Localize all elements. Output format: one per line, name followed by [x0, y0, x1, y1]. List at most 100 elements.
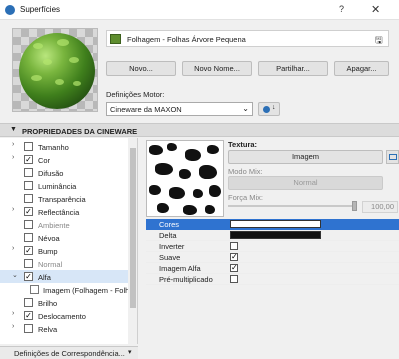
- channel-checkbox[interactable]: ✓: [24, 272, 33, 281]
- chevron-right-icon[interactable]: ›: [12, 206, 14, 213]
- channel-checkbox[interactable]: [24, 181, 33, 190]
- tree-item[interactable]: › ✓ Reflectância: [0, 205, 128, 218]
- sphere-cube-icon: [263, 106, 270, 113]
- mix-mode-label: Modo Mix:: [228, 167, 263, 176]
- property-checkbox[interactable]: [230, 275, 238, 283]
- property-label: Delta: [159, 231, 177, 240]
- title-bar: Superfícies ? ✕: [0, 0, 399, 20]
- chevron-down-icon[interactable]: ⌄: [12, 271, 18, 279]
- save-disk-icon[interactable]: 🖫: [375, 33, 383, 49]
- property-row[interactable]: Cores: [146, 219, 399, 230]
- channel-checkbox[interactable]: [24, 220, 33, 229]
- surface-name-text: Folhagem - Folhas Árvore Pequena: [127, 35, 246, 44]
- mix-strength-label: Força Mix:: [228, 193, 264, 202]
- channel-checkbox[interactable]: [24, 194, 33, 203]
- tree-item[interactable]: Brilho: [0, 296, 128, 309]
- engine-settings-button[interactable]: ↓: [258, 102, 280, 116]
- image-button[interactable]: Imagem: [228, 150, 383, 164]
- surface-name-field[interactable]: Folhagem - Folhas Árvore Pequena 🖫: [106, 30, 389, 47]
- chevron-right-icon[interactable]: ›: [12, 245, 14, 252]
- engine-select[interactable]: Cineware da MAXON ⌄: [106, 102, 253, 116]
- mix-mode-select[interactable]: Normal: [228, 176, 383, 190]
- tree-scrollbar-thumb[interactable]: [130, 148, 136, 308]
- chevron-down-icon: ▾: [128, 349, 132, 356]
- window-title: Superfícies: [20, 5, 61, 14]
- tree-item-label: Cor: [38, 156, 51, 165]
- channel-checkbox[interactable]: [24, 324, 33, 333]
- texture-thumbnail: [146, 140, 224, 217]
- tree-item[interactable]: Normal: [0, 257, 128, 270]
- tree-item-label: Deslocamento: [38, 312, 86, 321]
- tree-item[interactable]: ⌄ ✓ Alfa: [0, 270, 128, 283]
- share-button[interactable]: Partilhar...: [258, 61, 328, 76]
- chevron-right-icon[interactable]: ›: [12, 310, 14, 317]
- tree-scrollbar[interactable]: [128, 138, 137, 344]
- mix-strength-value[interactable]: 100,00: [362, 201, 398, 213]
- channel-checkbox[interactable]: ✓: [24, 246, 33, 255]
- tree-child-item[interactable]: Imagem (Folhagem - Folhas: [0, 283, 137, 296]
- tree-item[interactable]: › Tamanho: [0, 140, 128, 153]
- tree-item[interactable]: Luminância: [0, 179, 128, 192]
- channel-checkbox[interactable]: [24, 298, 33, 307]
- property-row[interactable]: Suave ✓: [146, 252, 399, 263]
- close-icon[interactable]: ✕: [371, 3, 380, 16]
- channel-checkbox[interactable]: [24, 142, 33, 151]
- mix-strength-slider[interactable]: [228, 201, 357, 211]
- property-label: Inverter: [159, 242, 185, 251]
- property-label: Imagem Alfa: [159, 264, 201, 273]
- property-row[interactable]: Imagem Alfa ✓: [146, 263, 399, 274]
- mapping-settings-label: Definições de Correspondência...: [14, 349, 125, 358]
- app-icon: [5, 5, 15, 15]
- channel-checkbox[interactable]: ✓: [24, 311, 33, 320]
- tree-item[interactable]: › Relva: [0, 322, 128, 335]
- tree-item[interactable]: Ambiente: [0, 218, 128, 231]
- tree-item-label: Luminância: [38, 182, 77, 191]
- property-row[interactable]: Delta: [146, 230, 399, 241]
- texture-browse-icon[interactable]: [386, 150, 399, 164]
- channel-checkbox[interactable]: ✓: [24, 155, 33, 164]
- cineware-properties-header[interactable]: ▼ PROPRIEDADES DA CINEWARE: [0, 123, 399, 137]
- tree-item-label: Relva: [38, 325, 58, 334]
- new-button[interactable]: Novo...: [106, 61, 176, 76]
- chevron-right-icon[interactable]: ›: [12, 323, 14, 330]
- image-file-icon: [30, 285, 39, 294]
- chevron-right-icon[interactable]: ›: [12, 141, 14, 148]
- mix-strength-slider-handle[interactable]: [352, 201, 357, 211]
- channel-checkbox[interactable]: [24, 233, 33, 242]
- channel-checkbox[interactable]: ✓: [24, 207, 33, 216]
- channel-tree: › Tamanho › ✓ Cor Difusão Luminância Transparên…: [0, 138, 138, 344]
- tree-item-label: Difusão: [38, 169, 64, 178]
- section-title: PROPRIEDADES DA CINEWARE: [22, 127, 138, 136]
- tree-item[interactable]: › ✓ Cor: [0, 153, 128, 166]
- chevron-right-icon[interactable]: ›: [12, 154, 14, 161]
- channel-checkbox[interactable]: [24, 168, 33, 177]
- color-swatch[interactable]: [230, 231, 321, 239]
- tree-item-label: Névoa: [38, 234, 60, 243]
- property-row[interactable]: Pré-multiplicado: [146, 274, 399, 285]
- tree-item[interactable]: Névoa: [0, 231, 128, 244]
- delete-button[interactable]: Apagar...: [334, 61, 389, 76]
- small-arrow-icon: ↓: [272, 104, 276, 111]
- material-preview: [12, 28, 98, 112]
- property-label: Suave: [159, 253, 181, 262]
- engine-select-value: Cineware da MAXON: [110, 105, 182, 114]
- property-checkbox[interactable]: ✓: [230, 264, 238, 272]
- tree-item[interactable]: › ✓ Deslocamento: [0, 309, 128, 322]
- property-checkbox[interactable]: [230, 242, 238, 250]
- collapse-triangle-icon: ▼: [10, 126, 17, 133]
- engine-label: Definições Motor:: [106, 90, 165, 99]
- channel-checkbox[interactable]: [24, 259, 33, 268]
- tree-item-label: Bump: [38, 247, 58, 256]
- tree-item-label: Tamanho: [38, 143, 69, 152]
- tree-item[interactable]: Transparência: [0, 192, 128, 205]
- tree-item-label: Reflectância: [38, 208, 80, 217]
- property-checkbox[interactable]: ✓: [230, 253, 238, 261]
- color-swatch[interactable]: [230, 220, 321, 228]
- surface-swatch: [110, 34, 121, 44]
- new-name-button[interactable]: Novo Nome...: [182, 61, 252, 76]
- tree-item[interactable]: › ✓ Bump: [0, 244, 128, 257]
- property-row[interactable]: Inverter: [146, 241, 399, 252]
- help-icon[interactable]: ?: [339, 4, 344, 14]
- mapping-settings-dropdown[interactable]: Definições de Correspondência... ▾: [0, 346, 138, 359]
- tree-item[interactable]: Difusão: [0, 166, 128, 179]
